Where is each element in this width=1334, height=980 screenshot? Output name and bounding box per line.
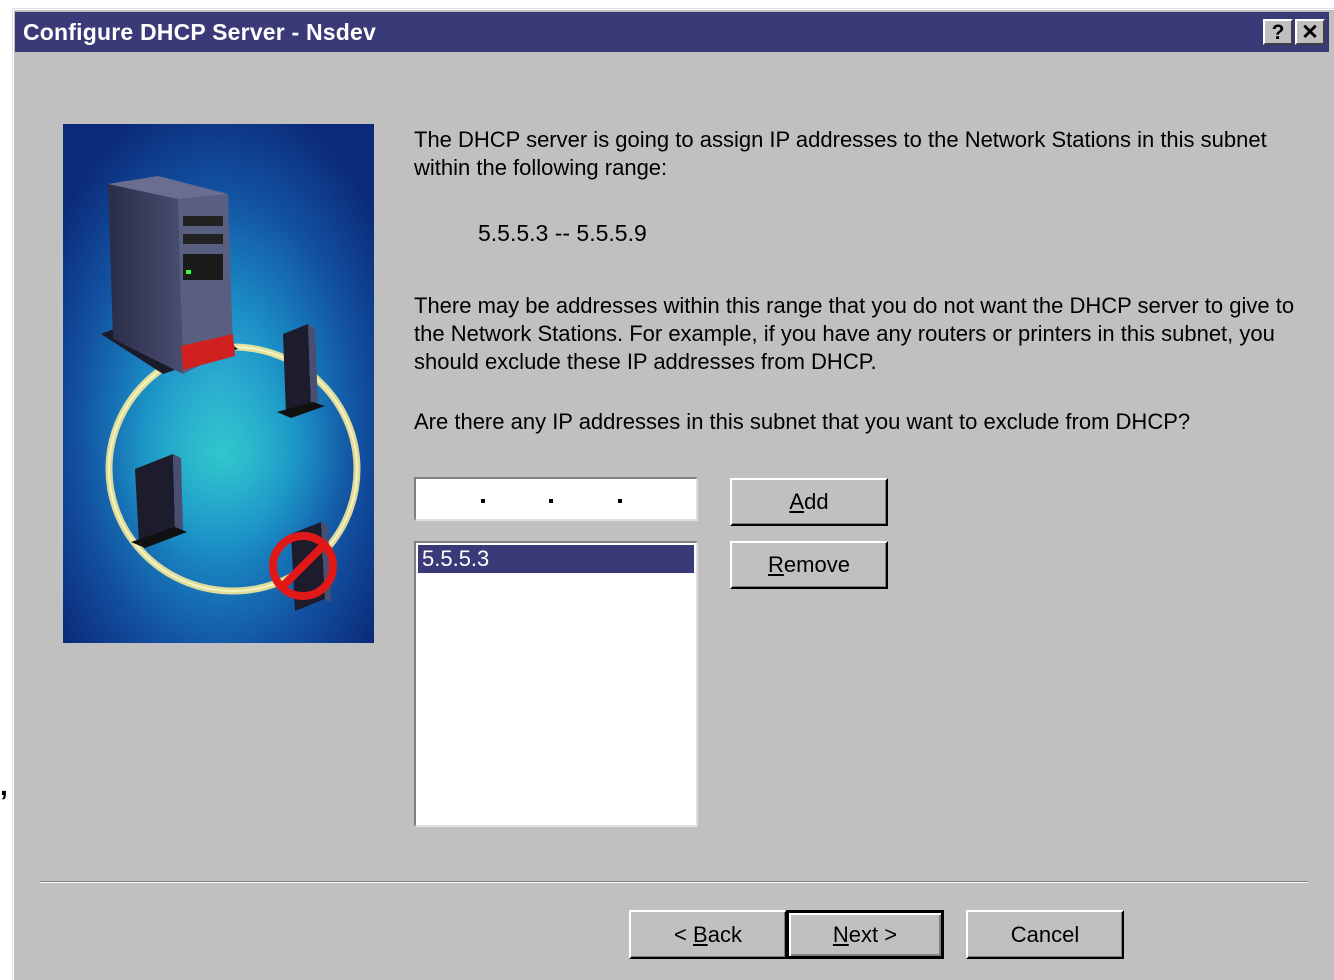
next-mnemonic: N	[832, 921, 849, 947]
help-button[interactable]: ?	[1263, 19, 1293, 45]
separator	[40, 881, 1308, 883]
add-label: dd	[804, 489, 829, 514]
back-mnemonic: B	[693, 921, 708, 947]
remove-button[interactable]: Remove	[730, 541, 888, 589]
stray-comma: ,	[0, 770, 8, 801]
remove-label: emove	[783, 552, 850, 577]
next-button[interactable]: Next >	[786, 910, 944, 959]
exclude-question: Are there any IP addresses in this subne…	[414, 409, 1191, 434]
remove-mnemonic: R	[768, 552, 784, 577]
back-label: ack	[707, 921, 742, 947]
intro-text: The DHCP server is going to assign IP ad…	[414, 127, 1267, 180]
next-label: ext >	[848, 921, 898, 947]
network-station-icon	[131, 454, 187, 548]
title-bar[interactable]: Configure DHCP Server - Nsdev ? ✕	[15, 12, 1329, 52]
dhcp-dialog: Configure DHCP Server - Nsdev ? ✕ The DH…	[12, 8, 1334, 980]
back-prefix: <	[674, 921, 694, 947]
close-icon: ✕	[1301, 20, 1319, 44]
network-illustration	[63, 124, 374, 643]
ip-address-input[interactable]	[414, 477, 698, 521]
cancel-button[interactable]: Cancel	[966, 910, 1124, 959]
excluded-addresses-list[interactable]: 5.5.5.3	[414, 541, 698, 827]
back-button[interactable]: < Back	[629, 910, 787, 959]
add-button[interactable]: Add	[730, 478, 888, 526]
help-icon: ?	[1271, 20, 1285, 44]
explanation-text: There may be addresses within this range…	[414, 293, 1295, 374]
list-item[interactable]: 5.5.5.3	[418, 545, 694, 573]
close-button[interactable]: ✕	[1295, 19, 1325, 45]
address-range: 5.5.5.3 -- 5.5.5.9	[478, 220, 647, 246]
add-mnemonic: A	[789, 489, 805, 514]
server-tower-icon	[101, 176, 238, 374]
window-title: Configure DHCP Server - Nsdev	[23, 18, 377, 45]
